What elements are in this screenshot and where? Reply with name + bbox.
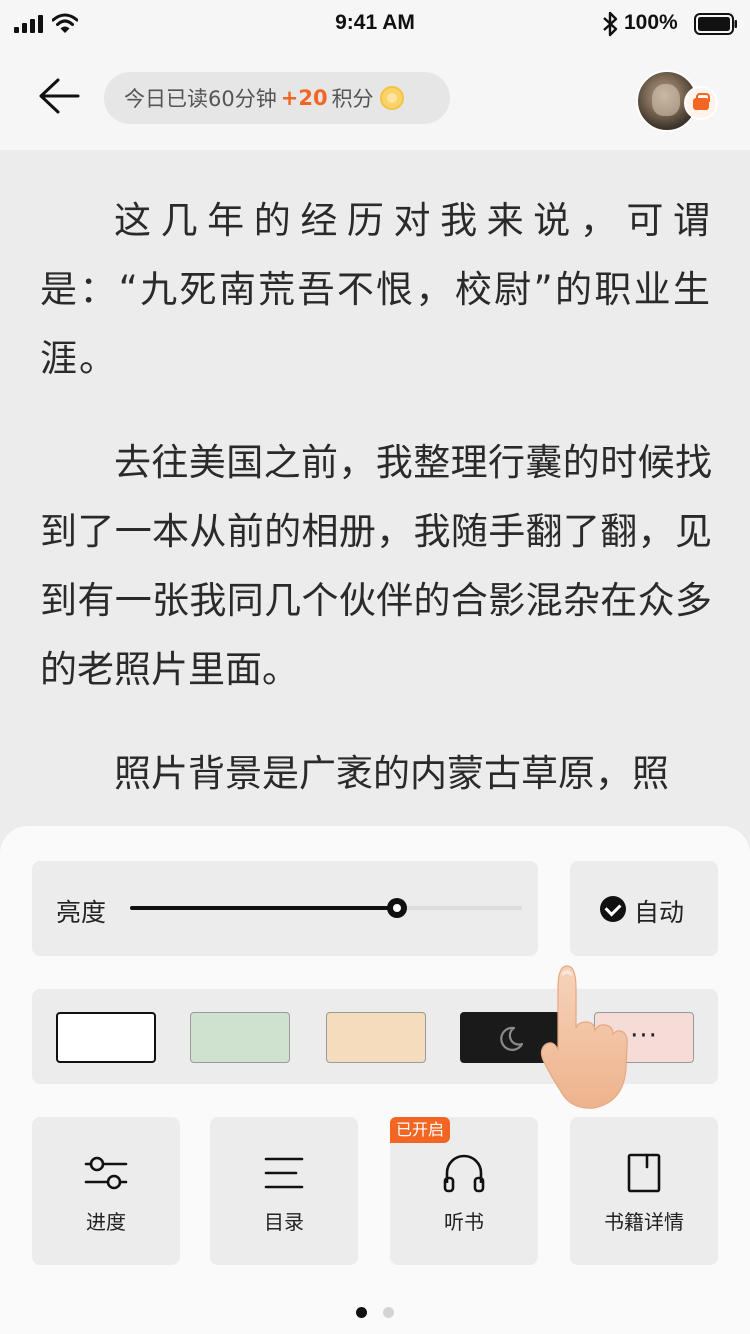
page-dot[interactable]: [383, 1307, 394, 1318]
toc-label: 目录: [264, 1210, 304, 1234]
check-circle-icon: [600, 896, 626, 922]
list-icon: [264, 1157, 304, 1189]
page-indicator: [0, 1303, 750, 1318]
theme-swatch-beige[interactable]: [326, 1012, 426, 1063]
brightness-label: 亮度: [56, 898, 107, 927]
status-bar: 9:41 AM 100%: [0, 0, 750, 50]
theme-swatch-green[interactable]: [190, 1012, 290, 1063]
paragraph: 照片背景是广袤的内蒙古草原，照: [114, 752, 669, 795]
theme-swatch-white[interactable]: [56, 1012, 156, 1063]
auto-brightness-label: 自动: [634, 898, 685, 927]
gift-icon[interactable]: [684, 86, 718, 120]
moon-icon: [500, 1026, 524, 1051]
coin-icon: [379, 86, 404, 110]
table-of-contents-button[interactable]: 目录: [210, 1117, 358, 1265]
paragraph: 这几年的经历对我来说，可谓是：“九死南荒吾不恨，校尉”的职业生涯。: [40, 199, 712, 380]
more-icon: ···: [630, 1021, 658, 1051]
chapter-content: 这几年的经历对我来说，可谓是：“九死南荒吾不恨，校尉”的职业生涯。 去往美国之前…: [40, 150, 712, 830]
bluetooth-icon: [603, 11, 618, 37]
arrow-left-icon: [39, 78, 80, 114]
auto-brightness-toggle[interactable]: 自动: [570, 861, 718, 956]
progress-label: 进度: [86, 1210, 126, 1234]
paragraph: 去往美国之前，我整理行囊的时候找到了一本从前的相册，我随手翻了翻，见到有一张我同…: [40, 441, 712, 691]
page-dot-active[interactable]: [356, 1307, 367, 1318]
brightness-control: 亮度: [32, 861, 538, 956]
book-details-button[interactable]: 书籍详情: [570, 1117, 718, 1265]
brightness-slider[interactable]: [130, 898, 522, 918]
listen-book-label: 听书: [444, 1210, 484, 1234]
battery-percent: 100%: [624, 11, 678, 34]
battery-icon: [694, 13, 737, 35]
reader-settings-panel: 亮度 自动 ··· 进度 目录 已开启 听书 书籍详情: [0, 826, 750, 1334]
progress-button[interactable]: 进度: [32, 1117, 180, 1265]
reading-time-pill[interactable]: 今日已读60分钟 +20 积分: [104, 72, 450, 124]
sliders-icon: [84, 1156, 128, 1190]
theme-swatch-night[interactable]: [460, 1012, 560, 1063]
reading-time-text: 今日已读60分钟: [124, 87, 277, 111]
back-button[interactable]: [36, 76, 82, 116]
points-unit: 积分: [331, 87, 374, 111]
theme-selector: ···: [32, 989, 718, 1084]
listen-book-button[interactable]: 已开启 听书: [390, 1117, 538, 1265]
brightness-slider-thumb[interactable]: [386, 898, 407, 918]
reward-points: +20: [280, 86, 328, 110]
brightness-slider-fill: [130, 906, 397, 910]
bookmark-icon: [627, 1153, 661, 1193]
headphones-icon: [443, 1154, 485, 1193]
reader-header: 今日已读60分钟 +20 积分: [0, 50, 750, 150]
book-details-label: 书籍详情: [604, 1210, 684, 1234]
enabled-badge: 已开启: [390, 1117, 451, 1143]
theme-swatch-more[interactable]: ···: [594, 1012, 694, 1063]
